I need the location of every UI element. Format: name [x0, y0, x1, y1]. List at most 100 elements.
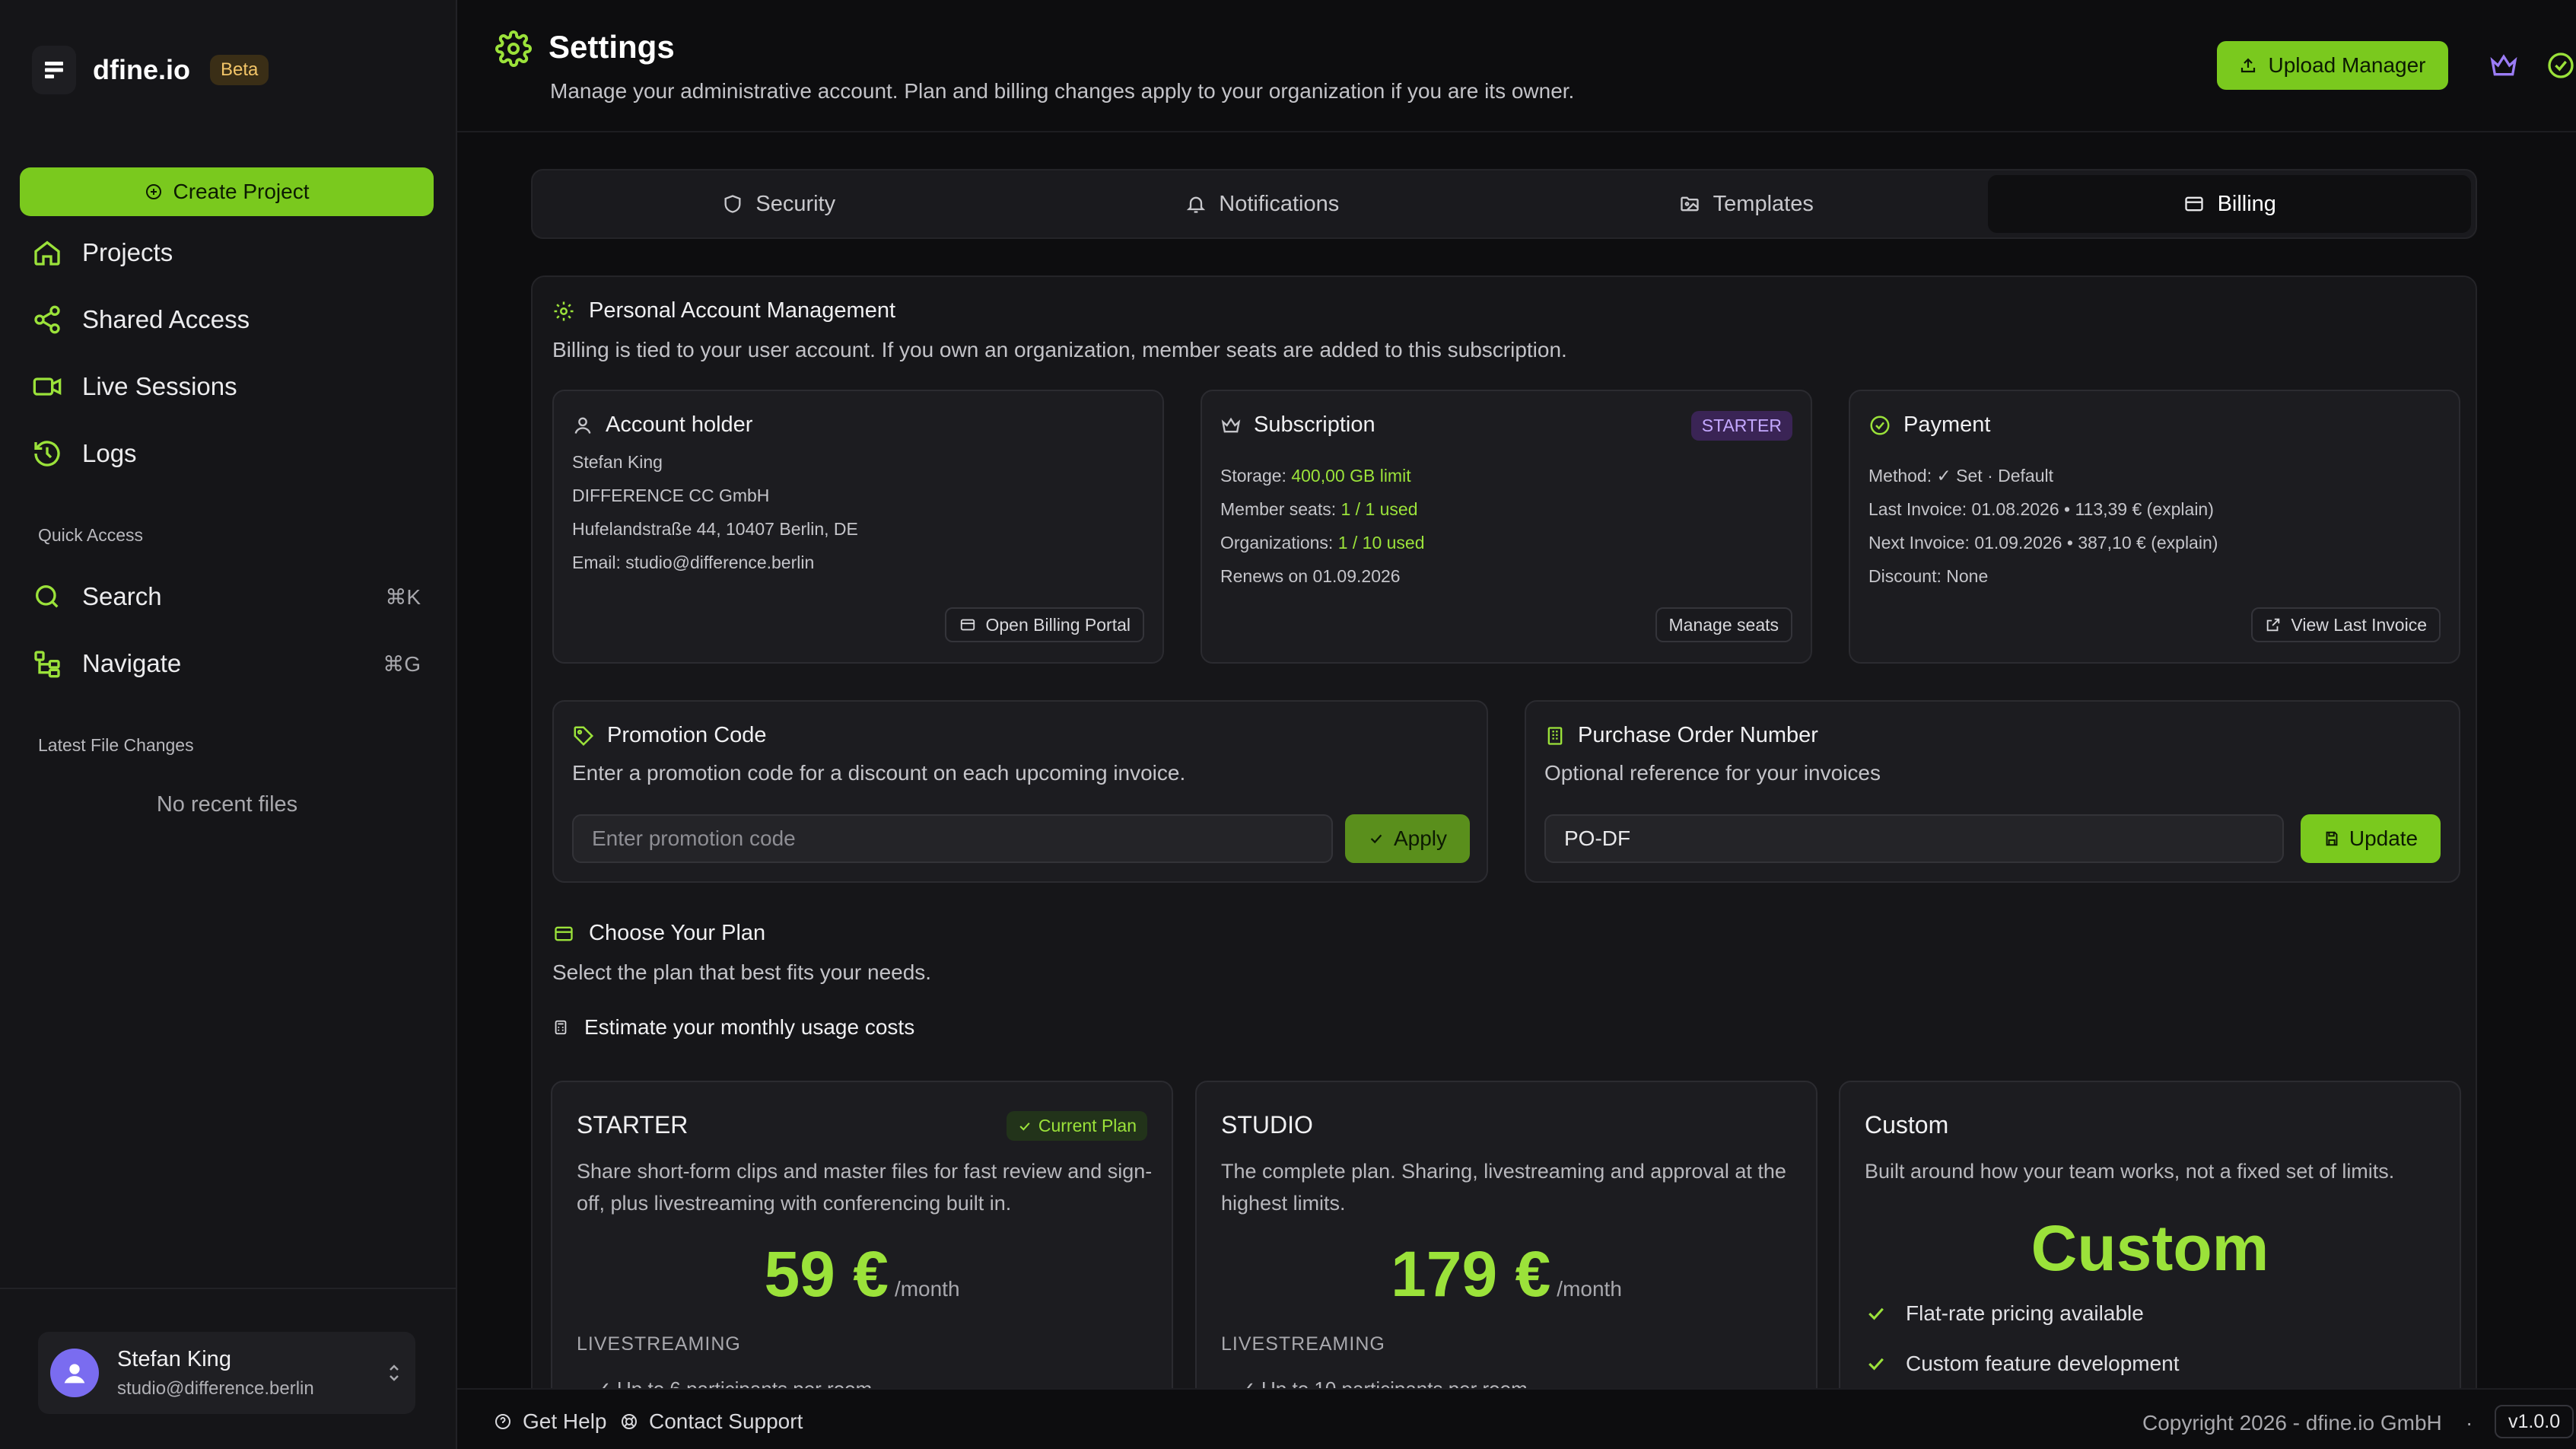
seats-line: Member seats: 1 / 1 used	[1220, 499, 1418, 520]
plan-section-label: LIVESTREAMING	[577, 1333, 741, 1355]
plan-card-starter[interactable]: STARTER Current Plan Share short-form cl…	[551, 1081, 1173, 1416]
history-icon	[34, 441, 60, 467]
contact-support-link[interactable]: Contact Support	[620, 1409, 803, 1434]
upload-manager-label: Upload Manager	[2268, 53, 2426, 77]
get-help-link[interactable]: Get Help	[494, 1409, 607, 1434]
sidebar-item-projects[interactable]: Projects	[32, 237, 173, 268]
settings-tabs: Security Notifications Templates Billing	[531, 169, 2477, 239]
account-email: Email: studio@difference.berlin	[572, 553, 815, 572]
plan-card-custom[interactable]: Custom Built around how your team works,…	[1839, 1081, 2461, 1416]
page-title: Settings	[549, 29, 675, 65]
account-name: Stefan King	[572, 452, 663, 472]
footer-separator: ·	[2466, 1411, 2473, 1435]
promotion-code-heading: Promotion Code	[572, 723, 767, 748]
payment-heading: Payment	[1868, 412, 1990, 438]
version-badge: v1.0.0	[2495, 1405, 2574, 1438]
lifebuoy-icon	[622, 1414, 637, 1429]
check-circle-icon[interactable]	[2546, 50, 2576, 81]
storage-line: Storage: 400,00 GB limit	[1220, 466, 1411, 486]
user-name: Stefan King	[117, 1346, 231, 1371]
external-link-icon	[2267, 618, 2280, 632]
sidebar-item-live-sessions[interactable]: Live Sessions	[32, 371, 237, 402]
user-menu[interactable]: Stefan King studio@difference.berlin	[38, 1332, 415, 1414]
personal-account-title: Personal Account Management	[589, 298, 896, 323]
user-icon	[574, 417, 591, 434]
tab-templates[interactable]: Templates	[1504, 175, 1988, 233]
promotion-code-input[interactable]: Enter promotion code	[572, 814, 1333, 863]
plan-desc: Share short-form clips and master files …	[577, 1160, 1153, 1215]
sidebar: dfine.io Beta Create Project Projects Sh…	[0, 0, 457, 1449]
navigate-shortcut: ⌘G	[383, 652, 421, 676]
plan-feature: Flat-rate pricing available	[1865, 1301, 2144, 1326]
sidebar-item-logs[interactable]: Logs	[32, 438, 137, 469]
discount: Discount: None	[1868, 566, 1989, 586]
view-last-invoice-label: View Last Invoice	[2291, 614, 2427, 635]
bell-icon	[1187, 196, 1206, 213]
no-recent-files: No recent files	[156, 792, 298, 817]
tab-label: Security	[755, 191, 836, 216]
logo-icon	[32, 46, 76, 94]
open-billing-portal-label: Open Billing Portal	[985, 614, 1131, 635]
tab-billing[interactable]: Billing	[1987, 175, 2471, 233]
shield-icon	[724, 195, 741, 213]
tab-notifications[interactable]: Notifications	[1021, 175, 1505, 233]
tab-security[interactable]: Security	[537, 175, 1021, 233]
apply-label: Apply	[1393, 826, 1448, 850]
open-billing-portal-button[interactable]: Open Billing Portal	[944, 607, 1144, 642]
price-value: 59 €	[764, 1238, 889, 1310]
upload-manager-button[interactable]: Upload Manager	[2217, 41, 2448, 90]
choose-plan-title: Choose Your Plan	[589, 921, 766, 945]
tag-icon	[574, 726, 594, 746]
check-icon	[1370, 834, 1382, 844]
tab-label: Templates	[1713, 191, 1814, 216]
update-label: Update	[2349, 826, 2419, 850]
purchase-order-card: Purchase Order Number Optional reference…	[1525, 700, 2460, 883]
plan-desc: Built around how your team works, not a …	[1865, 1160, 2395, 1183]
account-holder-title: Account holder	[606, 412, 753, 437]
card-icon	[2184, 196, 2203, 212]
quick-access-heading: Quick Access	[38, 525, 144, 545]
purchase-order-input[interactable]: PO-DF	[1544, 814, 2284, 863]
quick-search[interactable]: Search	[32, 581, 162, 612]
purchase-order-title: Purchase Order Number	[1578, 723, 1818, 747]
apply-button[interactable]: Apply	[1345, 814, 1470, 863]
plan-feature-text: Flat-rate pricing available	[1906, 1301, 2144, 1325]
check-circle-icon	[1870, 416, 1890, 435]
quick-navigate[interactable]: Navigate	[32, 648, 181, 679]
brand-name: dfine.io	[93, 54, 190, 85]
check-icon	[1019, 1122, 1030, 1131]
plan-card-studio[interactable]: STUDIO The complete plan. Sharing, lives…	[1195, 1081, 1818, 1416]
video-icon	[33, 377, 62, 396]
user-email: studio@difference.berlin	[117, 1377, 314, 1399]
plan-badge: STARTER	[1690, 411, 1792, 441]
storage-value: 400,00 GB limit	[1291, 466, 1411, 486]
plan-feature-text: Custom feature development	[1906, 1352, 2180, 1375]
sidebar-item-label: Logs	[82, 439, 137, 467]
plan-feature: Custom feature development	[1865, 1352, 2180, 1376]
check-icon	[1868, 1307, 1884, 1320]
latest-file-changes-heading: Latest File Changes	[38, 735, 194, 755]
seats-value: 1 / 1 used	[1340, 499, 1418, 519]
update-button[interactable]: Update	[2301, 814, 2441, 863]
gear-icon	[554, 301, 574, 320]
storage-label: Storage:	[1220, 466, 1292, 486]
sidebar-item-label: Live Sessions	[82, 372, 237, 400]
view-last-invoice-button[interactable]: View Last Invoice	[2251, 607, 2441, 642]
plan-desc: The complete plan. Sharing, livestreamin…	[1221, 1160, 1786, 1215]
organizations-value: 1 / 10 used	[1337, 533, 1425, 553]
create-project-button[interactable]: Create Project	[20, 167, 434, 216]
quick-navigate-label: Navigate	[82, 649, 182, 677]
crown-icon[interactable]	[2489, 50, 2519, 81]
plan-section-label: LIVESTREAMING	[1221, 1333, 1385, 1355]
manage-seats-button[interactable]: Manage seats	[1655, 607, 1792, 642]
estimate-costs-label: Estimate your monthly usage costs	[584, 1015, 915, 1039]
brand[interactable]: dfine.io Beta	[32, 46, 269, 94]
promotion-code-card: Promotion Code Enter a promotion code fo…	[552, 700, 1488, 883]
estimate-costs-link[interactable]: Estimate your monthly usage costs	[552, 1015, 914, 1040]
price-period: /month	[894, 1277, 960, 1301]
sidebar-item-shared-access[interactable]: Shared Access	[32, 304, 250, 335]
help-circle-icon	[495, 1414, 510, 1429]
sidebar-divider	[0, 1288, 456, 1289]
share-icon	[34, 305, 60, 334]
copyright: Copyright 2026 - dfine.io GmbH	[2142, 1411, 2442, 1435]
